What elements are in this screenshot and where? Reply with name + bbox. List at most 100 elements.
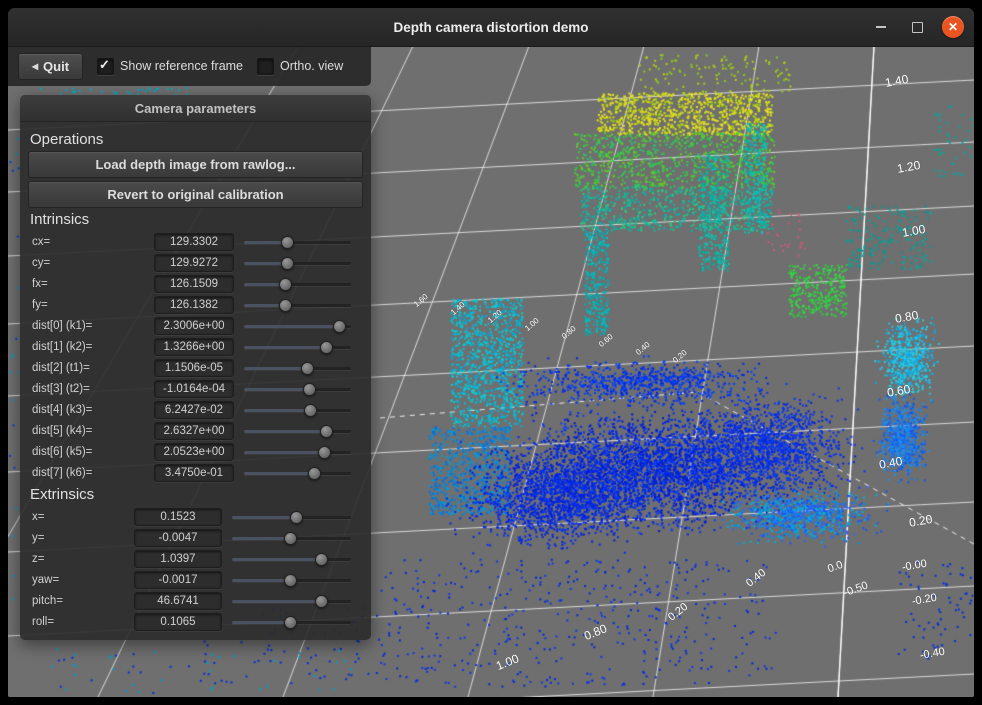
param-value-box[interactable]: 0.1065 — [134, 613, 222, 631]
param-label: cx= — [28, 236, 154, 248]
param-slider[interactable] — [244, 420, 351, 441]
param-value-box[interactable]: -0.0047 — [134, 529, 222, 547]
param-value-box[interactable]: 2.6327e+00 — [154, 422, 234, 440]
param-value-box[interactable]: -0.0017 — [134, 571, 222, 589]
slider-knob[interactable] — [290, 511, 303, 524]
slider-fill — [244, 388, 308, 391]
screen-background: 1.401.201.000.800.600.400.20-0.00-0.20-0… — [0, 0, 982, 705]
param-value-box[interactable]: 2.0523e+00 — [154, 443, 234, 461]
param-slider[interactable] — [244, 378, 351, 399]
revert-calibration-button[interactable]: Revert to original calibration — [28, 181, 363, 208]
slider-knob[interactable] — [308, 467, 321, 480]
slider-knob[interactable] — [279, 299, 292, 312]
param-slider[interactable] — [232, 590, 351, 611]
slider-knob[interactable] — [320, 341, 333, 354]
param-value-box[interactable]: 1.0397 — [134, 550, 222, 568]
checkbox-show-reference-frame[interactable]: ✓ Show reference frame — [97, 58, 243, 75]
app-window: 1.401.201.000.800.600.400.20-0.00-0.20-0… — [8, 8, 974, 697]
param-slider[interactable] — [244, 231, 351, 252]
param-label: y= — [28, 532, 134, 544]
panel-header[interactable]: Camera parameters — [20, 95, 371, 122]
param-slider[interactable] — [244, 336, 351, 357]
param-row: dist[5] (k4)= 2.6327e+00 — [28, 420, 363, 441]
extrinsics-rows: x= 0.1523 y= -0.0047 z= 1.0397 yaw= -0.0… — [28, 506, 363, 632]
param-slider[interactable] — [244, 357, 351, 378]
extrinsics-label: Extrinsics — [30, 486, 361, 503]
param-row: pitch= 46.6741 — [28, 590, 363, 611]
close-icon: ✕ — [948, 20, 958, 34]
param-slider[interactable] — [244, 252, 351, 273]
param-row: dist[3] (t2)= -1.0164e-04 — [28, 378, 363, 399]
slider-knob[interactable] — [333, 320, 346, 333]
param-row: fx= 126.1509 — [28, 273, 363, 294]
slider-fill — [244, 346, 325, 349]
slider-fill — [232, 537, 289, 540]
checkbox-ortho-view[interactable]: ✓ Ortho. view — [257, 58, 343, 75]
slider-knob[interactable] — [284, 574, 297, 587]
param-value-box[interactable]: 126.1382 — [154, 296, 234, 314]
slider-knob[interactable] — [320, 425, 333, 438]
param-slider[interactable] — [232, 569, 351, 590]
param-label: fy= — [28, 299, 154, 311]
operations-label: Operations — [30, 131, 361, 148]
slider-knob[interactable] — [284, 616, 297, 629]
slider-knob[interactable] — [315, 553, 328, 566]
slider-fill — [244, 472, 314, 475]
quit-button[interactable]: ◂ Quit — [18, 53, 83, 80]
param-value-box[interactable]: 0.1523 — [134, 508, 222, 526]
param-slider[interactable] — [232, 506, 351, 527]
slider-knob[interactable] — [279, 278, 292, 291]
panel-title: Camera parameters — [135, 101, 256, 116]
param-slider[interactable] — [244, 294, 351, 315]
param-value-box[interactable]: 129.3302 — [154, 233, 234, 251]
param-label: dist[1] (k2)= — [28, 341, 154, 353]
param-row: dist[2] (t1)= 1.1506e-05 — [28, 357, 363, 378]
slider-fill — [232, 621, 289, 624]
load-depth-image-button[interactable]: Load depth image from rawlog... — [28, 151, 363, 178]
toolbar: ◂ Quit ✓ Show reference frame ✓ Ortho. v… — [8, 46, 371, 86]
slider-knob[interactable] — [315, 595, 328, 608]
close-button[interactable]: ✕ — [942, 16, 964, 38]
slider-knob[interactable] — [318, 446, 331, 459]
param-label: yaw= — [28, 574, 134, 586]
param-slider[interactable] — [244, 273, 351, 294]
slider-knob[interactable] — [281, 236, 294, 249]
param-slider[interactable] — [232, 548, 351, 569]
window-title: Depth camera distortion demo — [393, 20, 588, 35]
param-value-box[interactable]: 46.6741 — [134, 592, 222, 610]
param-slider[interactable] — [244, 399, 351, 420]
checkbox-box[interactable]: ✓ — [257, 58, 274, 75]
param-value-box[interactable]: 2.3006e+00 — [154, 317, 234, 335]
camera-parameters-window: Camera parameters Operations Load depth … — [20, 95, 371, 640]
checkbox-box[interactable]: ✓ — [97, 58, 114, 75]
titlebar[interactable]: Depth camera distortion demo ✕ — [8, 8, 974, 47]
slider-knob[interactable] — [281, 257, 294, 270]
param-slider[interactable] — [244, 315, 351, 336]
maximize-button[interactable] — [906, 16, 928, 38]
slider-knob[interactable] — [303, 383, 316, 396]
param-row: dist[6] (k5)= 2.0523e+00 — [28, 441, 363, 462]
checkbox-label: Show reference frame — [120, 59, 243, 73]
param-slider[interactable] — [232, 611, 351, 632]
slider-fill — [232, 600, 320, 603]
slider-knob[interactable] — [301, 362, 314, 375]
param-row: dist[7] (k6)= 3.4750e-01 — [28, 462, 363, 483]
param-value-box[interactable]: 6.2427e-02 — [154, 401, 234, 419]
param-value-box[interactable]: 1.1506e-05 — [154, 359, 234, 377]
param-slider[interactable] — [244, 441, 351, 462]
param-slider[interactable] — [244, 462, 351, 483]
param-value-box[interactable]: 3.4750e-01 — [154, 464, 234, 482]
minimize-button[interactable] — [870, 16, 892, 38]
param-row: cy= 129.9272 — [28, 252, 363, 273]
intrinsics-rows: cx= 129.3302 cy= 129.9272 fx= 126.1509 f… — [28, 231, 363, 483]
param-value-box[interactable]: 129.9272 — [154, 254, 234, 272]
param-value-box[interactable]: 126.1509 — [154, 275, 234, 293]
slider-knob[interactable] — [304, 404, 317, 417]
slider-knob[interactable] — [284, 532, 297, 545]
checkbox-label: Ortho. view — [280, 59, 343, 73]
param-value-box[interactable]: 1.3266e+00 — [154, 338, 234, 356]
param-value-box[interactable]: -1.0164e-04 — [154, 380, 234, 398]
quit-label: Quit — [43, 59, 69, 74]
minimize-icon — [876, 26, 886, 28]
param-slider[interactable] — [232, 527, 351, 548]
